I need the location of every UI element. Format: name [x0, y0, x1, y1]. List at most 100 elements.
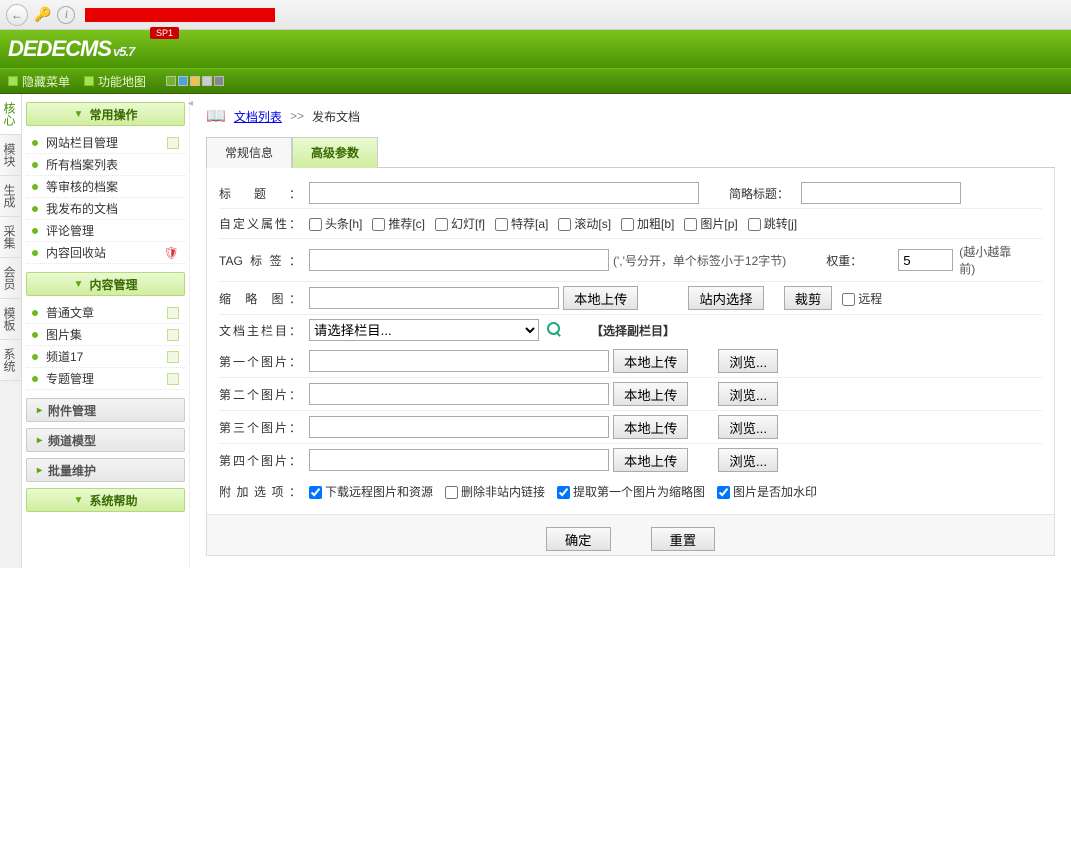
cat-label: 文档主栏目：	[219, 322, 309, 339]
pic-local-button[interactable]: 本地上传	[613, 415, 688, 439]
pic-browse-button[interactable]: 浏览...	[718, 349, 778, 373]
pic-browse-button[interactable]: 浏览...	[718, 448, 778, 472]
rail-core[interactable]: 核心	[0, 94, 21, 135]
pic-label: 第二个图片：	[219, 386, 309, 403]
panel-batch[interactable]: ▸批量维护	[26, 458, 185, 482]
remote-wrap[interactable]: 远程	[842, 290, 882, 307]
subheader: 隐藏菜单 功能地图	[0, 68, 1071, 94]
sidebar-item[interactable]: 等审核的档案	[26, 176, 185, 198]
thumb-crop-button[interactable]: 裁剪	[784, 286, 833, 310]
back-button[interactable]: ←	[6, 4, 28, 26]
rail-module[interactable]: 模块	[0, 135, 21, 176]
pic-input[interactable]	[309, 383, 609, 405]
weight-input[interactable]	[898, 249, 953, 271]
tabs: 常规信息 高级参数	[206, 136, 1055, 168]
search-icon[interactable]	[547, 322, 563, 338]
edit-icon	[167, 373, 179, 385]
cat-select[interactable]: 请选择栏目...	[309, 319, 539, 341]
tag-input[interactable]	[309, 249, 609, 271]
attr-group: 头条[h] 推荐[c] 幻灯[f] 特荐[a] 滚动[s] 加粗[b] 图片[p] 跳转[j]	[309, 215, 807, 232]
chevron-right-icon: ▸	[37, 435, 42, 446]
rail-system[interactable]: 系统	[0, 340, 21, 381]
pic-browse-button[interactable]: 浏览...	[718, 415, 778, 439]
rail-member[interactable]: 会员	[0, 258, 21, 299]
shorttitle-input[interactable]	[801, 182, 961, 204]
shield-icon: 🛡	[164, 246, 179, 260]
extra-item[interactable]: 提取第一个图片为缩略图	[557, 485, 705, 499]
panel-help[interactable]: ▼系统帮助	[26, 488, 185, 512]
sidebar-item[interactable]: 所有档案列表	[26, 154, 185, 176]
sidebar-item[interactable]: 评论管理	[26, 220, 185, 242]
browser-toolbar: ← 🔑 i	[0, 0, 1071, 30]
attr-item[interactable]: 加粗[b]	[621, 217, 674, 231]
thumb-input[interactable]	[309, 287, 559, 309]
rail-template[interactable]: 模板	[0, 299, 21, 340]
sidebar-item[interactable]: 网站栏目管理	[26, 132, 185, 154]
remote-checkbox[interactable]	[842, 293, 855, 306]
attr-item[interactable]: 跳转[j]	[748, 217, 797, 231]
tab-advanced[interactable]: 高级参数	[292, 137, 378, 168]
logo: DEDECMSv5.7	[0, 30, 134, 71]
thumb-local-button[interactable]: 本地上传	[563, 286, 638, 310]
tag-label: TAG标签：	[219, 252, 309, 269]
extra-item[interactable]: 删除非站内链接	[445, 485, 545, 499]
main-content: ◂ 📖 文档列表 >> 发布文档 常规信息 高级参数 标题： 简略标题： 自定义…	[190, 94, 1071, 568]
panel-channel[interactable]: ▸频道模型	[26, 428, 185, 452]
tag-note: (','号分开，单个标签小于12字节)	[613, 252, 786, 269]
drag-handle-icon[interactable]: ◂	[188, 98, 193, 109]
panel-attach[interactable]: ▸附件管理	[26, 398, 185, 422]
info-icon[interactable]: i	[57, 6, 75, 24]
tab-general[interactable]: 常规信息	[206, 137, 292, 168]
extra-group: 下载远程图片和资源删除非站内链接提取第一个图片为缩略图图片是否加水印	[309, 483, 829, 500]
crumb-list[interactable]: 文档列表	[234, 108, 282, 125]
rail-collect[interactable]: 采集	[0, 217, 21, 258]
chevron-right-icon: ▸	[37, 405, 42, 416]
sidebar-item[interactable]: 内容回收站🛡	[26, 242, 185, 264]
pic-browse-button[interactable]: 浏览...	[718, 382, 778, 406]
theme-tiles[interactable]	[166, 76, 224, 86]
attr-item[interactable]: 图片[p]	[684, 217, 737, 231]
pic-label: 第三个图片：	[219, 419, 309, 436]
breadcrumb: 📖 文档列表 >> 发布文档	[206, 106, 1055, 126]
submit-button[interactable]: 确定	[546, 527, 611, 551]
extra-item[interactable]: 下载远程图片和资源	[309, 485, 433, 499]
pic-input[interactable]	[309, 416, 609, 438]
weight-label: 权重：	[826, 252, 898, 269]
attr-item[interactable]: 幻灯[f]	[435, 217, 485, 231]
reset-button[interactable]: 重置	[651, 527, 716, 551]
panel-content[interactable]: ▼内容管理	[26, 272, 185, 296]
attr-item[interactable]: 滚动[s]	[558, 217, 611, 231]
sidebar-item[interactable]: 图片集	[26, 324, 185, 346]
thumb-label: 缩 略 图：	[219, 290, 309, 307]
hide-menu-link[interactable]: 隐藏菜单	[8, 73, 70, 90]
book-icon: 📖	[206, 106, 226, 126]
weight-note: (越小越靠前)	[959, 243, 1019, 277]
attr-item[interactable]: 推荐[c]	[372, 217, 425, 231]
chevron-down-icon: ▼	[74, 109, 84, 120]
chevron-down-icon: ▼	[74, 495, 84, 506]
sp-badge: SP1	[150, 27, 179, 39]
attr-item[interactable]: 头条[h]	[309, 217, 362, 231]
chevron-down-icon: ▼	[74, 279, 84, 290]
attr-item[interactable]: 特荐[a]	[495, 217, 548, 231]
sidebar-item[interactable]: 我发布的文档	[26, 198, 185, 220]
pic-local-button[interactable]: 本地上传	[613, 349, 688, 373]
chevron-right-icon: ▸	[37, 465, 42, 476]
panel-common[interactable]: ▼常用操作	[26, 102, 185, 126]
pic-input[interactable]	[309, 350, 609, 372]
title-input[interactable]	[309, 182, 699, 204]
sidebar: ▼常用操作 网站栏目管理 所有档案列表 等审核的档案 我发布的文档 评论管理 内…	[22, 94, 190, 568]
pic-local-button[interactable]: 本地上传	[613, 382, 688, 406]
subcat-link[interactable]: 【选择副栏目】	[591, 322, 675, 339]
sidebar-item[interactable]: 普通文章	[26, 302, 185, 324]
pic-input[interactable]	[309, 449, 609, 471]
pic-local-button[interactable]: 本地上传	[613, 448, 688, 472]
sidebar-item[interactable]: 频道17	[26, 346, 185, 368]
left-rail: 核心 模块 生成 采集 会员 模板 系统	[0, 94, 22, 568]
extra-label: 附加选项：	[219, 483, 309, 500]
extra-item[interactable]: 图片是否加水印	[717, 485, 817, 499]
thumb-site-button[interactable]: 站内选择	[688, 286, 763, 310]
rail-build[interactable]: 生成	[0, 176, 21, 217]
sitemap-link[interactable]: 功能地图	[84, 73, 146, 90]
sidebar-item[interactable]: 专题管理	[26, 368, 185, 390]
